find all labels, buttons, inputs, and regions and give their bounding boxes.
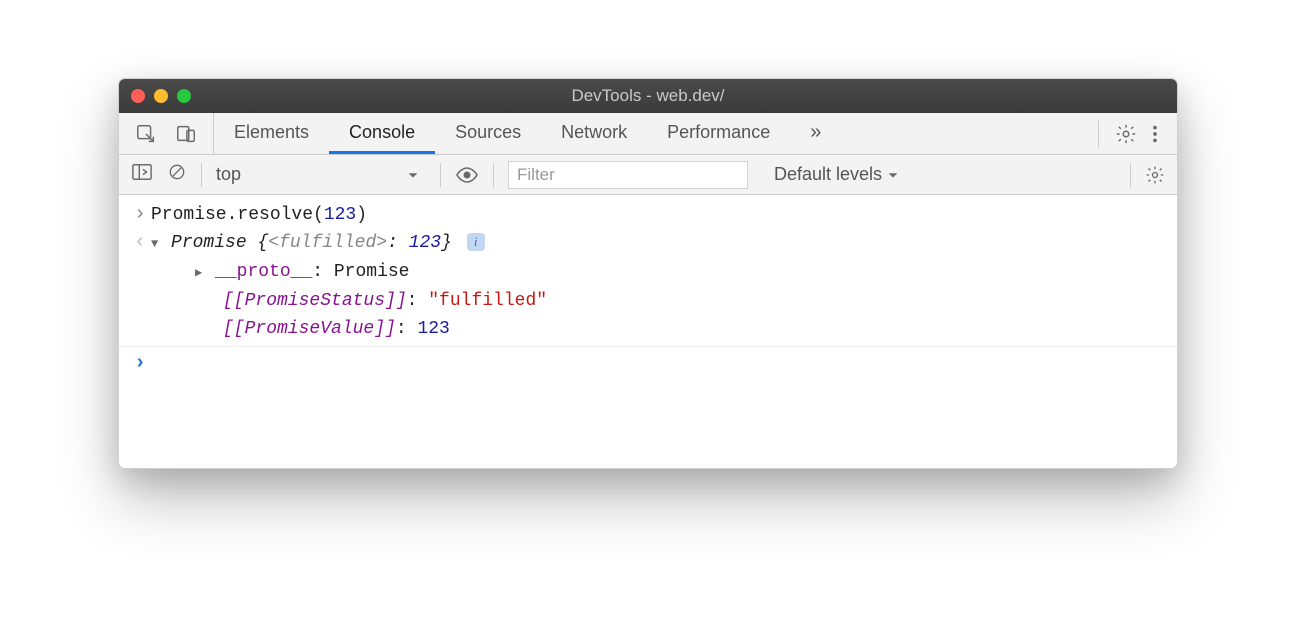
settings-gear-icon[interactable] xyxy=(1115,123,1137,145)
proto-value: Promise xyxy=(334,262,410,282)
toggle-sidebar-icon[interactable] xyxy=(131,162,153,187)
execution-context-select[interactable]: top xyxy=(216,164,426,185)
brace: } xyxy=(441,233,452,253)
window-titlebar: DevTools - web.dev/ xyxy=(119,79,1177,113)
separator xyxy=(1098,121,1099,147)
status-key: [[PromiseStatus]] xyxy=(223,291,407,311)
disclosure-closed-icon[interactable]: ▶ xyxy=(195,266,202,280)
live-expression-icon[interactable] xyxy=(455,166,479,184)
brace: { xyxy=(257,233,268,253)
value-value: 123 xyxy=(417,319,449,339)
device-toggle-icon[interactable] xyxy=(175,123,197,145)
result-state: <fulfilled> xyxy=(268,233,387,253)
levels-label: Default levels xyxy=(774,164,882,185)
result-type: Promise xyxy=(171,233,247,253)
tab-sources[interactable]: Sources xyxy=(435,113,541,154)
console-result-row: ▼ Promise {<fulfilled>: 123} i xyxy=(119,229,1177,258)
output-marker-icon xyxy=(129,229,151,257)
log-levels-select[interactable]: Default levels xyxy=(774,164,900,185)
tab-console[interactable]: Console xyxy=(329,113,435,154)
separator xyxy=(201,163,202,187)
result-value-row: [[PromiseValue]]: 123 xyxy=(119,315,1177,343)
input-marker-icon xyxy=(129,201,151,229)
result-value: 123 xyxy=(409,233,441,253)
prompt-marker-icon xyxy=(129,350,151,378)
more-menu-icon[interactable] xyxy=(1147,123,1163,145)
console-output: Promise.resolve(123) ▼ Promise {<fulfill… xyxy=(119,195,1177,468)
input-code: Promise.resolve(123) xyxy=(151,201,1167,229)
tab-performance[interactable]: Performance xyxy=(647,113,790,154)
code-token-number: 123 xyxy=(324,205,356,225)
chevron-down-icon xyxy=(406,168,420,182)
inspect-element-icon[interactable] xyxy=(135,123,157,145)
close-window-button[interactable] xyxy=(131,89,145,103)
panel-tabbar: Elements Console Sources Network Perform… xyxy=(119,113,1177,155)
tab-elements[interactable]: Elements xyxy=(214,113,329,154)
tab-label: Sources xyxy=(455,122,521,143)
value-key: [[PromiseValue]] xyxy=(223,319,396,339)
result-proto-row[interactable]: ▶ __proto__: Promise xyxy=(119,258,1177,287)
console-input-echo: Promise.resolve(123) xyxy=(119,201,1177,229)
inspect-tools-group xyxy=(119,113,214,154)
clear-console-icon[interactable] xyxy=(167,162,187,187)
chevron-down-icon xyxy=(886,168,900,182)
tab-label: Elements xyxy=(234,122,309,143)
context-label: top xyxy=(216,164,241,185)
zoom-window-button[interactable] xyxy=(177,89,191,103)
tabs-overflow-button[interactable]: » xyxy=(790,113,841,154)
separator xyxy=(440,163,441,187)
separator xyxy=(493,163,494,187)
status-value: "fulfilled" xyxy=(428,291,547,311)
info-badge-icon[interactable]: i xyxy=(467,233,485,251)
tab-label: Console xyxy=(349,122,415,143)
disclosure-open-icon[interactable]: ▼ xyxy=(151,237,158,251)
colon: : xyxy=(387,233,409,253)
devtools-window: DevTools - web.dev/ Elements Console Sou… xyxy=(118,78,1178,469)
tabbar-right-icons xyxy=(1078,113,1177,154)
separator xyxy=(1130,163,1131,187)
panel-tabs: Elements Console Sources Network Perform… xyxy=(214,113,841,154)
console-prompt-row[interactable] xyxy=(119,350,1177,378)
tab-label: Performance xyxy=(667,122,770,143)
result-status-row: [[PromiseStatus]]: "fulfilled" xyxy=(119,287,1177,315)
tab-network[interactable]: Network xyxy=(541,113,647,154)
overflow-glyph: » xyxy=(810,121,821,144)
separator xyxy=(119,346,1177,347)
window-title: DevTools - web.dev/ xyxy=(119,86,1177,106)
console-settings-gear-icon[interactable] xyxy=(1145,165,1165,185)
minimize-window-button[interactable] xyxy=(154,89,168,103)
filter-input[interactable] xyxy=(508,161,748,189)
code-token: Promise.resolve( xyxy=(151,205,324,225)
traffic-lights xyxy=(131,89,191,103)
proto-key: __proto__ xyxy=(215,262,312,282)
console-toolbar: top Default levels xyxy=(119,155,1177,195)
code-token: ) xyxy=(356,205,367,225)
result-summary[interactable]: ▼ Promise {<fulfilled>: 123} i xyxy=(151,229,1167,258)
tab-label: Network xyxy=(561,122,627,143)
